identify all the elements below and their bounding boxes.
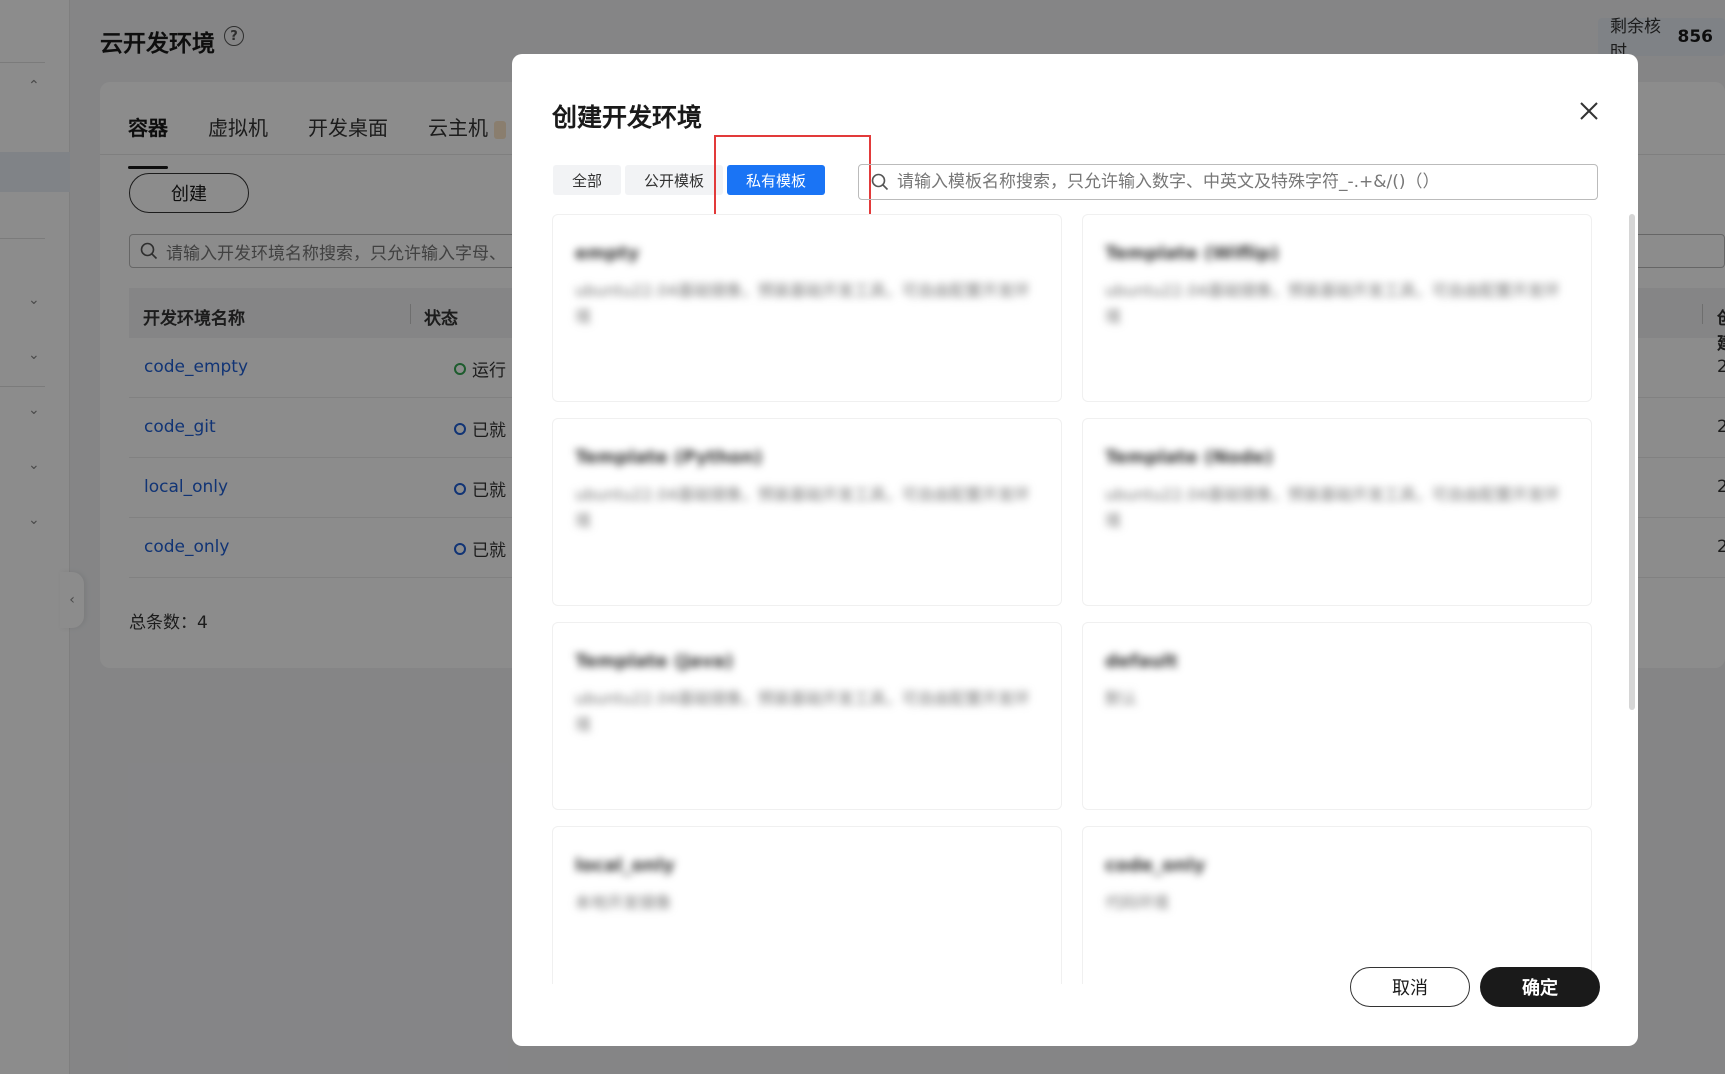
template-list-scrollbar[interactable] [1629,214,1635,710]
template-card[interactable]: empty ubuntu22.04基础镜像，预装基础开发工具，可自由配置开发环境 [552,214,1062,402]
close-icon [1580,102,1598,120]
template-name: code_only [1105,855,1206,876]
template-name: Template (Node) [1105,447,1274,468]
template-name: empty [575,243,640,264]
template-name: Template (Wiflip) [1105,243,1280,264]
template-card[interactable]: local_only 本地开发镜像 [552,826,1062,984]
template-filter-tabs: 全部 公开模板 私有模板 [553,165,826,195]
confirm-button[interactable]: 确定 [1480,967,1600,1007]
template-name: Template (Java) [575,651,734,672]
cancel-button[interactable]: 取消 [1350,967,1470,1007]
template-card[interactable]: default 默认 [1082,622,1592,810]
create-environment-dialog: 创建开发环境 全部 公开模板 私有模板 empty ubuntu22.04基础镜像… [512,54,1638,1046]
dialog-title: 创建开发环境 [552,103,703,132]
template-search-field[interactable] [858,164,1598,200]
template-description: ubuntu22.04基础镜像，预装基础开发工具，可自由配置开发环境 [575,485,1030,530]
filter-private-templates[interactable]: 私有模板 [727,165,826,195]
template-name: Template (Python) [575,447,763,468]
close-button[interactable] [1572,94,1606,128]
template-description: ubuntu22.04基础镜像，预装基础开发工具，可自由配置开发环境 [575,689,1030,734]
template-card[interactable]: Template (Java) ubuntu22.04基础镜像，预装基础开发工具，… [552,622,1062,810]
template-list: empty ubuntu22.04基础镜像，预装基础开发工具，可自由配置开发环境 … [552,214,1602,984]
template-description: 代码环境 [1105,893,1170,912]
filter-public-templates[interactable]: 公开模板 [625,165,724,195]
template-name: local_only [575,855,675,876]
template-description: ubuntu22.04基础镜像，预装基础开发工具，可自由配置开发环境 [575,281,1030,326]
filter-all[interactable]: 全部 [553,165,622,195]
search-icon [871,173,889,191]
template-card[interactable]: code_only 代码环境 [1082,826,1592,984]
template-description: ubuntu22.04基础镜像，预装基础开发工具，可自由配置开发环境 [1105,485,1560,530]
template-description: 本地开发镜像 [575,893,672,912]
template-name: default [1105,651,1178,672]
template-description: ubuntu22.04基础镜像，预装基础开发工具，可自由配置开发环境 [1105,281,1560,326]
template-card[interactable]: Template (Wiflip) ubuntu22.04基础镜像，预装基础开发工… [1082,214,1592,402]
template-card[interactable]: Template (Python) ubuntu22.04基础镜像，预装基础开发工… [552,418,1062,606]
template-search-input[interactable] [897,172,1597,192]
template-card[interactable]: Template (Node) ubuntu22.04基础镜像，预装基础开发工具，… [1082,418,1592,606]
template-description: 默认 [1105,689,1138,708]
